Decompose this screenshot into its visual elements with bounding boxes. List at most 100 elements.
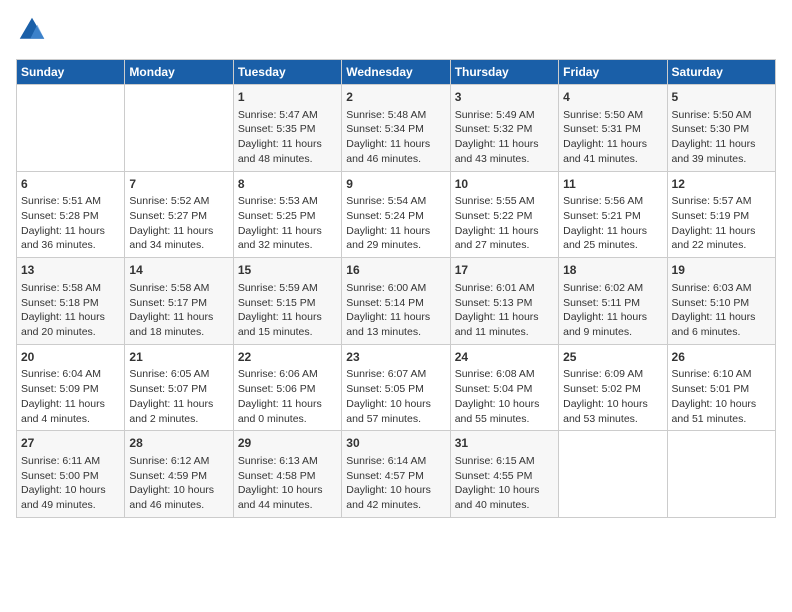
- page-header: [16, 16, 776, 49]
- calendar-cell: 4Sunrise: 5:50 AMSunset: 5:31 PMDaylight…: [559, 85, 667, 172]
- day-info: Daylight: 11 hours and 2 minutes.: [129, 397, 228, 426]
- day-info: Sunrise: 5:58 AM: [21, 281, 120, 296]
- calendar-cell: 14 Sunrise: 5:58 AMSunset: 5:17 PMDayligh…: [125, 258, 233, 345]
- weekday-header: Tuesday: [233, 60, 341, 85]
- calendar-week-row: 6Sunrise: 5:51 AMSunset: 5:28 PMDaylight…: [17, 171, 776, 258]
- calendar-cell: 27Sunrise: 6:11 AMSunset: 5:00 PMDayligh…: [17, 431, 125, 518]
- day-info: Sunrise: 6:08 AM: [455, 367, 554, 382]
- day-info: Sunrise: 6:09 AM: [563, 367, 662, 382]
- day-info: Sunset: 4:57 PM: [346, 469, 445, 484]
- calendar-week-row: 1Sunrise: 5:47 AMSunset: 5:35 PMDaylight…: [17, 85, 776, 172]
- calendar-cell: 31Sunrise: 6:15 AMSunset: 4:55 PMDayligh…: [450, 431, 558, 518]
- day-info: Sunset: 5:24 PM: [346, 209, 445, 224]
- day-info: Sunset: 5:10 PM: [672, 296, 771, 311]
- day-info: Sunset: 5:30 PM: [672, 122, 771, 137]
- day-info: Sunrise: 5:59 AM: [238, 281, 337, 296]
- calendar-cell: 21Sunrise: 6:05 AMSunset: 5:07 PMDayligh…: [125, 344, 233, 431]
- day-number: 27: [21, 435, 120, 452]
- calendar-cell: 16Sunrise: 6:00 AMSunset: 5:14 PMDayligh…: [342, 258, 450, 345]
- day-number: 23: [346, 349, 445, 366]
- day-info: Sunset: 5:31 PM: [563, 122, 662, 137]
- day-info: Sunrise: 5:53 AM: [238, 194, 337, 209]
- day-info: Sunrise: 6:00 AM: [346, 281, 445, 296]
- day-number: 11: [563, 176, 662, 193]
- day-info: Sunrise: 6:06 AM: [238, 367, 337, 382]
- day-info: Sunrise: 5:56 AM: [563, 194, 662, 209]
- day-info: Sunrise: 5:52 AM: [129, 194, 228, 209]
- calendar-cell: 3Sunrise: 5:49 AMSunset: 5:32 PMDaylight…: [450, 85, 558, 172]
- day-info: Daylight: 11 hours and 25 minutes.: [563, 224, 662, 253]
- day-info: Sunset: 5:19 PM: [672, 209, 771, 224]
- day-info: Daylight: 11 hours and 4 minutes.: [21, 397, 120, 426]
- calendar-cell: 17Sunrise: 6:01 AMSunset: 5:13 PMDayligh…: [450, 258, 558, 345]
- day-number: 8: [238, 176, 337, 193]
- calendar-cell: 22Sunrise: 6:06 AMSunset: 5:06 PMDayligh…: [233, 344, 341, 431]
- day-info: Daylight: 11 hours and 15 minutes.: [238, 310, 337, 339]
- day-number: 28: [129, 435, 228, 452]
- day-info: Sunrise: 6:13 AM: [238, 454, 337, 469]
- day-info: Daylight: 11 hours and 36 minutes.: [21, 224, 120, 253]
- day-info: Sunset: 5:04 PM: [455, 382, 554, 397]
- day-info: Sunset: 5:18 PM: [21, 296, 120, 311]
- day-number: 26: [672, 349, 771, 366]
- calendar-header: SundayMondayTuesdayWednesdayThursdayFrid…: [17, 60, 776, 85]
- weekday-header: Sunday: [17, 60, 125, 85]
- day-number: 30: [346, 435, 445, 452]
- calendar-cell: 13Sunrise: 5:58 AMSunset: 5:18 PMDayligh…: [17, 258, 125, 345]
- day-info: Sunrise: 6:12 AM: [129, 454, 228, 469]
- logo-icon: [18, 16, 46, 44]
- day-info: Sunset: 5:02 PM: [563, 382, 662, 397]
- day-info: Sunrise: 6:03 AM: [672, 281, 771, 296]
- calendar-cell: 11Sunrise: 5:56 AMSunset: 5:21 PMDayligh…: [559, 171, 667, 258]
- day-info: Sunset: 5:13 PM: [455, 296, 554, 311]
- day-info: Sunset: 5:28 PM: [21, 209, 120, 224]
- day-info: Daylight: 10 hours and 49 minutes.: [21, 483, 120, 512]
- day-info: Daylight: 11 hours and 46 minutes.: [346, 137, 445, 166]
- day-info: Sunrise: 6:07 AM: [346, 367, 445, 382]
- day-number: 20: [21, 349, 120, 366]
- calendar-cell: 10Sunrise: 5:55 AMSunset: 5:22 PMDayligh…: [450, 171, 558, 258]
- day-info: Daylight: 11 hours and 29 minutes.: [346, 224, 445, 253]
- day-info: Sunset: 5:14 PM: [346, 296, 445, 311]
- weekday-header: Friday: [559, 60, 667, 85]
- day-info: Sunset: 5:21 PM: [563, 209, 662, 224]
- day-info: Sunset: 5:17 PM: [129, 296, 228, 311]
- day-info: Sunrise: 6:10 AM: [672, 367, 771, 382]
- day-number: 12: [672, 176, 771, 193]
- day-info: Sunset: 5:00 PM: [21, 469, 120, 484]
- day-info: Daylight: 11 hours and 32 minutes.: [238, 224, 337, 253]
- weekday-header: Wednesday: [342, 60, 450, 85]
- day-info: Daylight: 10 hours and 51 minutes.: [672, 397, 771, 426]
- calendar-cell: 23Sunrise: 6:07 AMSunset: 5:05 PMDayligh…: [342, 344, 450, 431]
- calendar-cell: 12Sunrise: 5:57 AMSunset: 5:19 PMDayligh…: [667, 171, 775, 258]
- calendar-cell: 18Sunrise: 6:02 AMSunset: 5:11 PMDayligh…: [559, 258, 667, 345]
- day-info: Daylight: 10 hours and 46 minutes.: [129, 483, 228, 512]
- calendar-cell: [125, 85, 233, 172]
- day-info: Sunrise: 5:49 AM: [455, 108, 554, 123]
- day-info: Sunset: 4:55 PM: [455, 469, 554, 484]
- day-info: Daylight: 10 hours and 42 minutes.: [346, 483, 445, 512]
- day-number: 10: [455, 176, 554, 193]
- day-info: Daylight: 11 hours and 18 minutes.: [129, 310, 228, 339]
- calendar-week-row: 20Sunrise: 6:04 AMSunset: 5:09 PMDayligh…: [17, 344, 776, 431]
- day-info: Sunrise: 5:48 AM: [346, 108, 445, 123]
- day-info: Sunset: 5:25 PM: [238, 209, 337, 224]
- day-info: Sunset: 5:01 PM: [672, 382, 771, 397]
- day-number: 13: [21, 262, 120, 279]
- calendar-cell: 19Sunrise: 6:03 AMSunset: 5:10 PMDayligh…: [667, 258, 775, 345]
- day-info: Daylight: 11 hours and 48 minutes.: [238, 137, 337, 166]
- day-info: Sunrise: 5:54 AM: [346, 194, 445, 209]
- day-info: Sunrise: 5:58 AM: [129, 281, 228, 296]
- day-info: Daylight: 10 hours and 57 minutes.: [346, 397, 445, 426]
- day-info: Sunset: 5:27 PM: [129, 209, 228, 224]
- day-info: Sunset: 4:59 PM: [129, 469, 228, 484]
- day-number: 21: [129, 349, 228, 366]
- day-info: Sunrise: 5:57 AM: [672, 194, 771, 209]
- day-info: Sunset: 5:07 PM: [129, 382, 228, 397]
- day-info: Daylight: 11 hours and 9 minutes.: [563, 310, 662, 339]
- day-number: 6: [21, 176, 120, 193]
- day-number: 14: [129, 262, 228, 279]
- day-info: Sunset: 5:11 PM: [563, 296, 662, 311]
- day-info: Sunrise: 5:51 AM: [21, 194, 120, 209]
- weekday-header: Thursday: [450, 60, 558, 85]
